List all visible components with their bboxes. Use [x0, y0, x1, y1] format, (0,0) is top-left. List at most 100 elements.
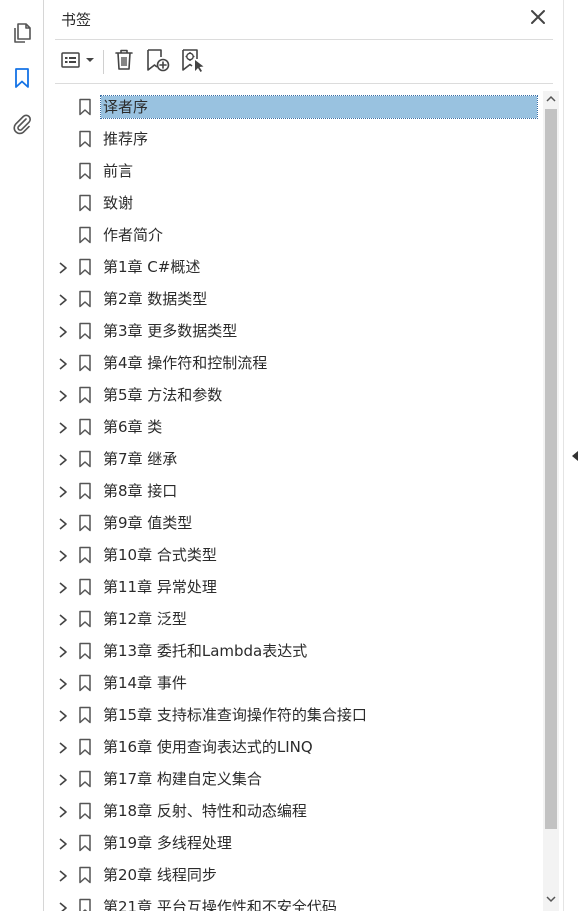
bookmark-row[interactable]: 第15章 支持标准查询操作符的集合接口: [45, 699, 543, 731]
bookmark-from-selection-icon: [180, 47, 206, 77]
chevron-right-icon[interactable]: [56, 324, 70, 338]
bookmark-icon: [78, 98, 92, 116]
bookmark-label[interactable]: 第6章 类: [101, 416, 164, 438]
scroll-down-icon[interactable]: [543, 891, 559, 907]
delete-bookmark-button[interactable]: [111, 48, 137, 76]
bookmark-label[interactable]: 第3章 更多数据类型: [101, 320, 239, 342]
chevron-right-icon[interactable]: [56, 388, 70, 402]
bookmark-row[interactable]: 第14章 事件: [45, 667, 543, 699]
bookmark-row[interactable]: 推荐序: [45, 123, 543, 155]
bookmark-label[interactable]: 第21章 平台互操作性和不安全代码: [101, 896, 339, 911]
bookmark-row[interactable]: 第13章 委托和Lambda表达式: [45, 635, 543, 667]
bookmark-row[interactable]: 前言: [45, 155, 543, 187]
bookmark-label[interactable]: 第10章 合式类型: [101, 544, 219, 566]
chevron-right-icon[interactable]: [56, 420, 70, 434]
bookmark-row[interactable]: 第1章 C#概述: [45, 251, 543, 283]
pages-icon[interactable]: [10, 21, 34, 45]
bookmark-icon: [78, 354, 92, 372]
bookmark-icon: [78, 642, 92, 660]
bookmark-row[interactable]: 第18章 反射、特性和动态编程: [45, 795, 543, 827]
bookmarks-toolbar: [45, 44, 561, 80]
bookmark-row[interactable]: 第12章 泛型: [45, 603, 543, 635]
bookmark-label[interactable]: 第2章 数据类型: [101, 288, 209, 310]
bookmark-row[interactable]: 第11章 异常处理: [45, 571, 543, 603]
bookmarks-icon[interactable]: [10, 66, 34, 90]
options-menu-button[interactable]: [59, 48, 97, 76]
bookmark-icon: [78, 322, 92, 340]
bookmark-icon: [78, 674, 92, 692]
new-bookmark-button[interactable]: [144, 48, 172, 76]
close-icon[interactable]: [529, 8, 547, 26]
bookmark-label[interactable]: 第13章 委托和Lambda表达式: [101, 640, 309, 662]
bookmark-label[interactable]: 第8章 接口: [101, 480, 179, 502]
chevron-right-icon[interactable]: [56, 868, 70, 882]
bookmark-label[interactable]: 致谢: [101, 192, 135, 214]
bookmark-label[interactable]: 第14章 事件: [101, 672, 189, 694]
chevron-right-icon[interactable]: [56, 452, 70, 466]
bookmark-label[interactable]: 第12章 泛型: [101, 608, 189, 630]
bookmark-row[interactable]: 第5章 方法和参数: [45, 379, 543, 411]
bookmark-label[interactable]: 第1章 C#概述: [101, 256, 202, 278]
panel-header: 书签: [45, 0, 561, 40]
bookmark-icon: [78, 258, 92, 276]
bookmark-label[interactable]: 作者简介: [101, 224, 165, 246]
scroll-thumb[interactable]: [545, 109, 557, 829]
chevron-right-icon[interactable]: [56, 644, 70, 658]
header-divider: [55, 39, 553, 40]
bookmark-label[interactable]: 第17章 构建自定义集合: [101, 768, 264, 790]
chevron-right-icon[interactable]: [56, 676, 70, 690]
bookmark-label[interactable]: 第7章 继承: [101, 448, 179, 470]
chevron-right-icon[interactable]: [56, 740, 70, 754]
chevron-right-icon[interactable]: [56, 836, 70, 850]
bookmark-row[interactable]: 第3章 更多数据类型: [45, 315, 543, 347]
chevron-right-icon[interactable]: [56, 260, 70, 274]
chevron-right-icon[interactable]: [56, 708, 70, 722]
bookmark-row[interactable]: 第7章 继承: [45, 443, 543, 475]
bookmark-label[interactable]: 第16章 使用查询表达式的LINQ: [101, 736, 315, 758]
scroll-up-icon[interactable]: [543, 91, 559, 107]
bookmark-row[interactable]: 第10章 合式类型: [45, 539, 543, 571]
bookmark-label[interactable]: 第19章 多线程处理: [101, 832, 234, 854]
bookmark-label[interactable]: 前言: [101, 160, 135, 182]
chevron-right-icon[interactable]: [56, 356, 70, 370]
chevron-right-icon[interactable]: [56, 580, 70, 594]
chevron-right-icon[interactable]: [56, 484, 70, 498]
chevron-right-icon[interactable]: [56, 804, 70, 818]
attachments-icon[interactable]: [10, 112, 34, 136]
bookmark-label[interactable]: 第11章 异常处理: [101, 576, 219, 598]
bookmark-row[interactable]: 第19章 多线程处理: [45, 827, 543, 859]
vertical-scrollbar[interactable]: [543, 91, 559, 911]
bookmark-label[interactable]: 第15章 支持标准查询操作符的集合接口: [101, 704, 369, 726]
bookmark-label[interactable]: 第20章 线程同步: [101, 864, 219, 886]
chevron-right-icon[interactable]: [56, 516, 70, 530]
bookmark-row[interactable]: 第17章 构建自定义集合: [45, 763, 543, 795]
bookmark-label[interactable]: 译者序: [100, 95, 538, 119]
bookmark-icon: [78, 834, 92, 852]
bookmark-icon: [78, 482, 92, 500]
bookmark-row[interactable]: 第8章 接口: [45, 475, 543, 507]
bookmark-label[interactable]: 第4章 操作符和控制流程: [101, 352, 269, 374]
chevron-right-icon[interactable]: [56, 612, 70, 626]
bookmark-label[interactable]: 第5章 方法和参数: [101, 384, 224, 406]
bookmark-row[interactable]: 第9章 值类型: [45, 507, 543, 539]
bookmark-label[interactable]: 第9章 值类型: [101, 512, 194, 534]
chevron-right-icon[interactable]: [56, 292, 70, 306]
bookmark-from-selection-button[interactable]: [179, 48, 207, 76]
bookmark-row[interactable]: 作者简介: [45, 219, 543, 251]
chevron-right-icon[interactable]: [56, 900, 70, 911]
collapse-panel-icon[interactable]: [571, 448, 579, 462]
chevron-right-icon[interactable]: [56, 772, 70, 786]
bookmark-label[interactable]: 推荐序: [101, 128, 150, 150]
panel-title: 书签: [61, 11, 92, 29]
bookmark-row[interactable]: 第2章 数据类型: [45, 283, 543, 315]
chevron-right-icon[interactable]: [56, 548, 70, 562]
bookmark-row[interactable]: 第6章 类: [45, 411, 543, 443]
bookmark-row[interactable]: 致谢: [45, 187, 543, 219]
bookmark-row[interactable]: 第16章 使用查询表达式的LINQ: [45, 731, 543, 763]
bookmark-row[interactable]: 译者序: [45, 91, 543, 123]
bookmark-label[interactable]: 第18章 反射、特性和动态编程: [101, 800, 309, 822]
bookmark-row[interactable]: 第4章 操作符和控制流程: [45, 347, 543, 379]
bookmark-row[interactable]: 第20章 线程同步: [45, 859, 543, 891]
bookmark-row[interactable]: 第21章 平台互操作性和不安全代码: [45, 891, 543, 911]
bookmark-icon: [78, 898, 92, 911]
